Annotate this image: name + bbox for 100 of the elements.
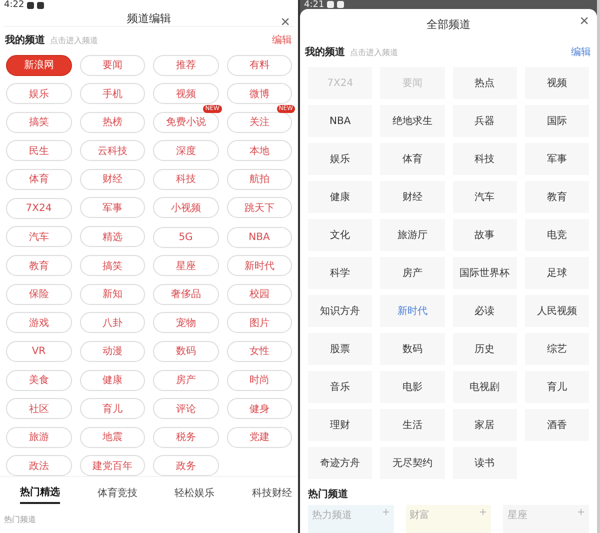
channel-tile[interactable]: 兵器 xyxy=(452,105,517,137)
channel-tile[interactable]: 数码 xyxy=(380,333,444,365)
channel-tile[interactable]: 无尽契约 xyxy=(380,447,444,479)
channel-chip[interactable]: 税务 xyxy=(153,426,218,448)
channel-tile[interactable]: 体育 xyxy=(380,143,444,175)
channel-tile[interactable]: 新时代 xyxy=(380,295,444,327)
channel-chip[interactable]: 政法 xyxy=(6,455,72,476)
channel-chip[interactable]: 本地 xyxy=(226,140,292,161)
channel-chip[interactable]: VR xyxy=(6,341,72,362)
channel-tile[interactable]: 电竞 xyxy=(524,219,589,251)
channel-chip[interactable]: 跳天下 xyxy=(226,197,292,218)
channel-chip[interactable]: 搞笑 xyxy=(6,112,72,132)
channel-chip[interactable]: 地震 xyxy=(80,426,145,448)
channel-tile[interactable]: 奇迹方舟 xyxy=(308,447,372,479)
channel-chip[interactable]: 民生 xyxy=(6,140,72,161)
channel-tile[interactable]: 旅游厅 xyxy=(380,219,444,251)
channel-chip[interactable]: 关注 xyxy=(226,112,292,132)
channel-chip[interactable]: 新浪网 xyxy=(6,54,72,76)
channel-tile[interactable]: 房产 xyxy=(380,257,444,289)
channel-chip[interactable]: 育儿 xyxy=(80,398,145,419)
channel-chip[interactable]: 热榜 xyxy=(80,112,145,132)
add-icon[interactable] xyxy=(577,508,586,516)
channel-tile[interactable]: 股票 xyxy=(308,333,372,365)
channel-tile[interactable]: 娱乐 xyxy=(308,143,372,175)
channel-chip[interactable]: 免费小说 xyxy=(153,112,218,132)
channel-chip[interactable]: 要闻 xyxy=(80,54,145,76)
channel-chip[interactable]: 评论 xyxy=(153,398,218,419)
channel-tile[interactable]: 育儿 xyxy=(524,371,589,403)
channel-chip[interactable]: 奢侈品 xyxy=(153,284,218,304)
channel-tile[interactable]: 科学 xyxy=(308,257,372,289)
channel-tile[interactable]: 文化 xyxy=(308,219,372,251)
channel-chip[interactable]: 微博 xyxy=(226,83,292,104)
channel-tile[interactable]: 酒香 xyxy=(524,409,589,441)
channel-chip[interactable]: 科技 xyxy=(153,168,218,190)
channel-chip[interactable]: 深度 xyxy=(153,140,218,161)
channel-chip[interactable]: 军事 xyxy=(80,197,145,218)
channel-tile[interactable]: 军事 xyxy=(524,143,589,175)
channel-chip[interactable]: 游戏 xyxy=(6,312,72,333)
channel-tile[interactable]: 电视剧 xyxy=(452,371,517,403)
category-tab[interactable]: 轻松娱乐 xyxy=(174,485,215,504)
channel-chip[interactable]: 建党百年 xyxy=(80,455,145,476)
channel-tile[interactable]: 汽车 xyxy=(452,181,517,213)
category-tab[interactable]: 科技财经 xyxy=(252,485,292,504)
channel-chip[interactable]: 7X24 xyxy=(6,198,72,218)
channel-chip[interactable]: 保险 xyxy=(6,284,72,304)
channel-chip[interactable]: 精选 xyxy=(80,226,145,247)
add-icon[interactable] xyxy=(382,508,390,516)
channel-chip[interactable]: 云科技 xyxy=(80,140,145,161)
channel-tile[interactable]: 足球 xyxy=(524,257,589,289)
channel-chip[interactable]: 政务 xyxy=(153,455,218,476)
channel-chip[interactable]: 校园 xyxy=(226,284,292,304)
channel-tile[interactable]: 人民视频 xyxy=(524,295,589,327)
channel-chip[interactable]: 旅游 xyxy=(6,426,72,448)
channel-chip[interactable]: 数码 xyxy=(153,340,218,362)
channel-chip[interactable]: 时尚 xyxy=(226,370,292,390)
channel-chip[interactable]: 社区 xyxy=(6,398,72,419)
channel-chip[interactable]: 手机 xyxy=(80,83,145,104)
channel-chip[interactable]: 体育 xyxy=(6,168,72,190)
category-tab[interactable]: 体育竞技 xyxy=(97,485,138,504)
channel-chip[interactable]: 新知 xyxy=(80,284,145,304)
channel-chip[interactable]: 女性 xyxy=(226,340,292,362)
channel-tile[interactable]: 综艺 xyxy=(524,333,589,365)
channel-chip[interactable]: 党建 xyxy=(226,426,292,448)
channel-chip[interactable]: 星座 xyxy=(153,255,218,276)
channel-chip[interactable]: 健身 xyxy=(226,398,292,419)
channel-chip[interactable]: 汽车 xyxy=(6,226,72,247)
channel-tile[interactable]: 读书 xyxy=(452,447,517,479)
channel-card[interactable]: 星座 xyxy=(503,505,590,533)
channel-chip[interactable]: 航拍 xyxy=(226,168,292,190)
channel-tile[interactable]: 国际 xyxy=(524,105,589,137)
channel-tile[interactable]: 理财 xyxy=(308,409,372,441)
edit-link[interactable]: 编辑 xyxy=(571,45,591,59)
channel-tile[interactable]: NBA xyxy=(308,105,372,137)
close-button[interactable]: × xyxy=(580,13,589,31)
channel-chip[interactable]: 教育 xyxy=(6,255,72,276)
channel-tile[interactable]: 历史 xyxy=(452,333,517,365)
channel-chip[interactable]: 新时代 xyxy=(226,255,292,276)
channel-chip[interactable]: 图片 xyxy=(226,312,292,333)
channel-chip[interactable]: 美食 xyxy=(6,370,72,390)
channel-chip[interactable]: 八卦 xyxy=(80,312,145,333)
category-tab[interactable]: 热门精选 xyxy=(20,485,60,504)
edit-link[interactable]: 编辑 xyxy=(272,33,292,47)
channel-tile[interactable]: 绝地求生 xyxy=(380,105,444,137)
channel-tile[interactable]: 电影 xyxy=(380,371,444,403)
channel-tile[interactable]: 故事 xyxy=(452,219,517,251)
channel-tile[interactable]: 知识方舟 xyxy=(308,295,372,327)
channel-tile[interactable]: 财经 xyxy=(380,181,444,213)
channel-chip[interactable]: 房产 xyxy=(153,370,218,390)
close-button[interactable]: × xyxy=(280,14,290,32)
channel-tile[interactable]: 国际世界杯 xyxy=(452,257,517,289)
channel-tile[interactable]: 科技 xyxy=(452,143,517,175)
channel-chip[interactable]: NBA xyxy=(226,226,292,248)
channel-card[interactable]: 财富 xyxy=(406,505,492,533)
channel-chip[interactable]: 视频 xyxy=(153,83,218,104)
channel-chip[interactable]: 健康 xyxy=(80,370,145,390)
channel-tile[interactable]: 音乐 xyxy=(308,371,372,403)
channel-tile[interactable]: 生活 xyxy=(380,409,444,441)
channel-chip[interactable]: 财经 xyxy=(80,168,145,190)
channel-chip[interactable]: 5G xyxy=(153,226,218,248)
channel-chip[interactable]: 小视频 xyxy=(153,197,218,218)
